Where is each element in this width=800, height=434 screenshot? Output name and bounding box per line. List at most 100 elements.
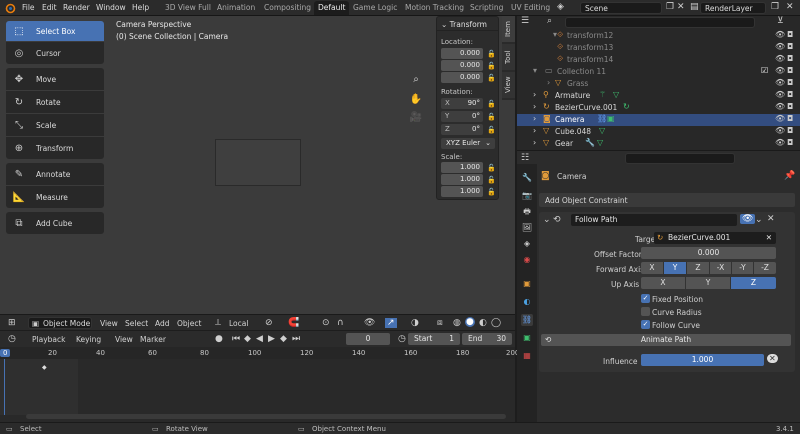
list-item[interactable]: › ↻ BezierCurve.001 ↻ 👁 ◘ xyxy=(517,102,800,114)
expand-icon[interactable]: › xyxy=(547,78,550,87)
zoom-icon[interactable]: ⌕ xyxy=(409,74,423,88)
editor-type-icon[interactable]: ⊞ xyxy=(8,318,16,328)
constraint-tab-icon[interactable]: ⛓ xyxy=(521,314,533,326)
scale-z-field[interactable]: 1.000 xyxy=(441,186,483,197)
eye-icon[interactable]: 👁 xyxy=(775,138,785,147)
filter-funnel-icon[interactable]: ⊻ xyxy=(777,16,784,26)
render-icon[interactable]: ◘ xyxy=(787,54,793,63)
chevron-down-icon[interactable]: ⌄ xyxy=(543,215,551,225)
expand-icon[interactable]: › xyxy=(533,102,536,111)
rendered-shading-icon[interactable]: ◯ xyxy=(491,318,501,328)
gizmo-icon[interactable]: ↗ xyxy=(385,318,397,328)
orientation-icon[interactable]: ⟂ xyxy=(215,318,221,328)
physics-tab-icon[interactable]: ◐ xyxy=(521,296,533,308)
menu-view[interactable]: View xyxy=(115,335,133,344)
outliner-search-input[interactable] xyxy=(565,17,755,28)
close-scene-icon[interactable]: ✕ xyxy=(677,2,685,12)
output-tab-icon[interactable]: 🖶 xyxy=(521,206,533,218)
timeline-scrollbar[interactable] xyxy=(26,414,506,419)
render-icon[interactable]: ◘ xyxy=(787,66,793,75)
eye-icon[interactable]: 👁 xyxy=(775,42,785,51)
workspace-tab-scripting[interactable]: Scripting xyxy=(470,3,503,12)
checkbox-icon[interactable]: ☑ xyxy=(761,66,768,75)
clear-icon[interactable]: ✕ xyxy=(766,232,772,244)
menu-add[interactable]: Add xyxy=(155,319,170,328)
render-icon[interactable]: ◘ xyxy=(787,90,793,99)
copy-scene-icon[interactable]: ❐ xyxy=(666,2,674,12)
render-icon[interactable]: ◘ xyxy=(787,78,793,87)
tool-add-cube[interactable]: ⧉ Add Cube xyxy=(6,212,104,234)
chevron-down-icon[interactable]: ⌄ xyxy=(755,215,763,225)
overlays-icon[interactable]: ◑ xyxy=(411,318,419,328)
properties-search-input[interactable] xyxy=(625,153,735,164)
workspace-tab-3d-view-full[interactable]: 3D View Full xyxy=(165,3,211,12)
rotation-z-field[interactable]: Z 0° xyxy=(441,124,483,135)
tool-move[interactable]: ✥ Move xyxy=(6,68,104,90)
scene-icon[interactable]: ◈ xyxy=(557,2,564,12)
eye-icon[interactable]: 👁 xyxy=(775,54,785,63)
preview-range-icon[interactable]: ◷ xyxy=(398,334,406,344)
list-item[interactable]: › ▽ Cube.048 ▽ 👁 ◘ xyxy=(517,126,800,138)
menu-render[interactable]: Render xyxy=(63,3,90,12)
workspace-tab-compositing[interactable]: Compositing xyxy=(264,3,311,12)
location-x-field[interactable]: 0.000 xyxy=(441,48,483,59)
render-icon[interactable]: ◘ xyxy=(787,114,793,123)
outliner-editor-icon[interactable]: ☰ xyxy=(521,16,529,26)
tool-tab-icon[interactable]: 🔧 xyxy=(521,172,533,184)
pivot-icon[interactable]: ⊘ xyxy=(265,318,273,328)
list-item[interactable]: ⟐ transform14 👁 ◘ xyxy=(517,54,800,66)
lock-icon[interactable]: 🔓 xyxy=(487,164,496,173)
menu-window[interactable]: Window xyxy=(96,3,126,12)
tool-measure[interactable]: 📐 Measure xyxy=(6,186,104,208)
eye-icon[interactable]: 👁 xyxy=(775,66,785,75)
lock-icon[interactable]: 🔓 xyxy=(487,176,496,185)
workspace-tab-uv-editing[interactable]: UV Editing xyxy=(511,3,550,12)
menu-help[interactable]: Help xyxy=(132,3,149,12)
scale-x-field[interactable]: 1.000 xyxy=(441,162,483,173)
transform-panel-header[interactable]: ⌄ Transform xyxy=(437,17,498,31)
up-axis-y[interactable]: Y xyxy=(686,277,730,289)
expand-icon[interactable]: › xyxy=(533,114,536,123)
current-frame-indicator[interactable]: 0 xyxy=(0,349,11,357)
rotation-x-field[interactable]: X 90° xyxy=(441,98,483,109)
jump-end-icon[interactable]: ⏭ xyxy=(292,334,300,344)
lock-icon[interactable]: 🔓 xyxy=(487,188,496,197)
view-layer-icon[interactable]: ▤ xyxy=(690,2,699,12)
eye-icon[interactable]: 👁 xyxy=(775,78,785,87)
animate-path-button[interactable]: ⟲ Animate Path xyxy=(541,334,791,346)
lock-icon[interactable]: 🔓 xyxy=(487,126,496,135)
view-layer-tab-icon[interactable]: 🖼 xyxy=(521,222,533,234)
lock-icon[interactable]: 🔓 xyxy=(487,113,496,122)
mode-selector[interactable]: ▣ Object Mode xyxy=(28,317,92,329)
list-item[interactable]: › ⚲ Armature ⚚ ▽ 👁 ◘ xyxy=(517,90,800,102)
orientation-selector[interactable]: Local xyxy=(229,319,248,328)
texture-tab-icon[interactable]: ▦ xyxy=(521,350,533,362)
location-z-field[interactable]: 0.000 xyxy=(441,72,483,83)
next-key-icon[interactable]: ◆ xyxy=(280,334,287,344)
menu-file[interactable]: File xyxy=(22,3,35,12)
camera-data-tab-icon[interactable]: ▣ xyxy=(521,332,533,344)
blender-logo-icon[interactable] xyxy=(4,2,16,14)
solid-shading-icon[interactable]: ● xyxy=(465,317,475,327)
menu-view[interactable]: View xyxy=(100,319,118,328)
rotation-mode-select[interactable]: XYZ Euler ⌄ xyxy=(441,138,495,149)
render-icon[interactable]: ◘ xyxy=(787,138,793,147)
curve-radius-checkbox[interactable] xyxy=(641,307,650,316)
clock-icon[interactable]: ◷ xyxy=(8,334,16,344)
expand-icon[interactable]: ▾ xyxy=(533,66,537,75)
lock-icon[interactable]: 🔓 xyxy=(487,50,496,59)
tool-transform[interactable]: ⊕ Transform xyxy=(6,137,104,159)
up-axis-x[interactable]: X xyxy=(641,277,685,289)
proportional-edit-icon[interactable]: ⊙ xyxy=(322,318,330,328)
menu-edit[interactable]: Edit xyxy=(42,3,57,12)
copy-view-layer-icon[interactable]: ❐ xyxy=(771,2,779,12)
wireframe-shading-icon[interactable]: ◍ xyxy=(453,318,461,328)
falloff-icon[interactable]: ∩ xyxy=(337,318,344,328)
workspace-tab-animation[interactable]: Animation xyxy=(217,3,255,12)
pan-hand-icon[interactable]: ✋ xyxy=(409,94,423,108)
scale-y-field[interactable]: 1.000 xyxy=(441,174,483,185)
expand-icon[interactable]: › xyxy=(533,90,536,99)
jump-start-icon[interactable]: ⏮ xyxy=(232,334,240,344)
world-tab-icon[interactable]: ◉ xyxy=(521,254,533,266)
eye-icon[interactable]: 👁 xyxy=(775,126,785,135)
